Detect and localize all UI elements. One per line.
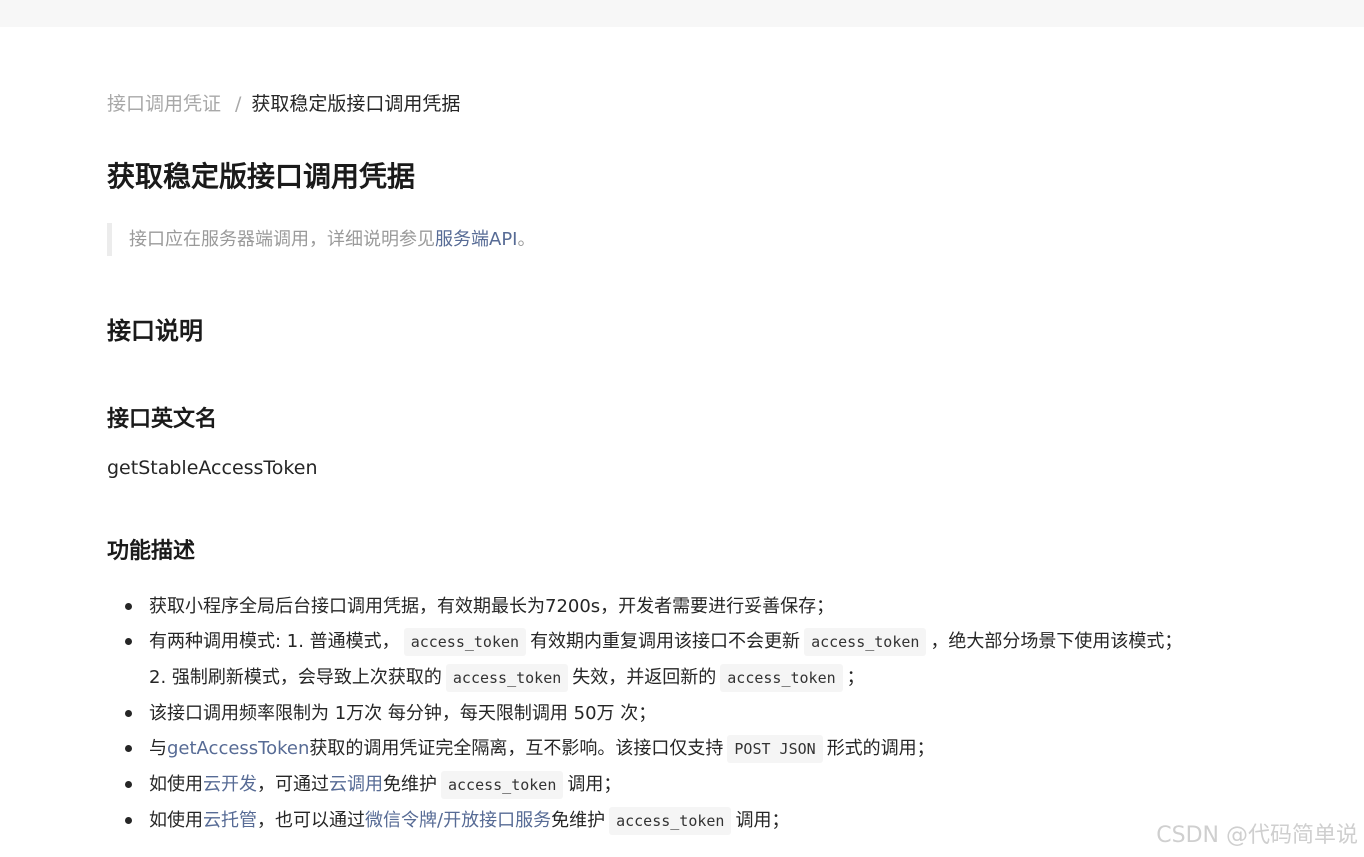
inline-code: access_token bbox=[609, 807, 732, 835]
inline-code: access_token bbox=[720, 664, 843, 692]
inline-code: access_token bbox=[441, 771, 564, 799]
server-api-link[interactable]: 服务端API bbox=[435, 229, 517, 250]
bullet-icon bbox=[125, 781, 132, 788]
list-item-line: 2. 强制刷新模式，会导致上次获取的 access_token 失效，并返回新的 ac… bbox=[149, 660, 1329, 696]
cloud-call-link[interactable]: 云调用 bbox=[329, 774, 383, 795]
function-list: 获取小程序全局后台接口调用凭据，有效期最长为7200s，开发者需要进行妥善保存；… bbox=[125, 589, 1329, 839]
wechat-token-service-link[interactable]: 微信令牌/开放接口服务 bbox=[365, 810, 551, 831]
cloud-hosting-link[interactable]: 云托管 bbox=[203, 810, 257, 831]
list-item: 如使用云开发，可通过云调用免维护 access_token 调用； bbox=[125, 767, 1329, 803]
list-item-text: 有效期内重复调用该接口不会更新 bbox=[530, 631, 801, 652]
list-item-text: 免维护 bbox=[551, 810, 606, 831]
page-title: 获取稳定版接口调用凭据 bbox=[107, 160, 416, 193]
bullet-icon bbox=[125, 638, 132, 645]
section-interface-heading: 接口说明 bbox=[107, 317, 203, 345]
list-item: 该接口调用频率限制为 1万次 每分钟，每天限制调用 50万 次； bbox=[125, 696, 1329, 731]
list-item-text: 有两种调用模式: 1. 普通模式， bbox=[149, 631, 400, 652]
list-item-text: 该接口调用频率限制为 1万次 每分钟，每天限制调用 50万 次； bbox=[149, 703, 657, 724]
list-item: 如使用云托管，也可以通过微信令牌/开放接口服务免维护 access_token 调用… bbox=[125, 803, 1329, 839]
breadcrumb-parent-link[interactable]: 接口调用凭证 bbox=[107, 93, 221, 115]
get-access-token-link[interactable]: getAccessToken bbox=[167, 738, 309, 759]
list-item-text: 获取的调用凭证完全隔离，互不影响。该接口仅支持 bbox=[309, 738, 724, 759]
bullet-icon bbox=[125, 745, 132, 752]
list-item-text: 获取小程序全局后台接口调用凭据，有效期最长为7200s，开发者需要进行妥善保存； bbox=[149, 596, 835, 617]
cloud-dev-link[interactable]: 云开发 bbox=[203, 774, 257, 795]
list-item-text: 免维护 bbox=[383, 774, 437, 795]
top-bar bbox=[0, 0, 1364, 27]
list-item-text: ； bbox=[846, 667, 865, 688]
inline-code: access_token bbox=[445, 664, 569, 692]
list-item-text: 失效，并返回新的 bbox=[572, 667, 717, 688]
breadcrumb-current: 获取稳定版接口调用凭据 bbox=[251, 93, 461, 115]
inline-code: access_token bbox=[804, 628, 927, 656]
list-item-text: 如使用 bbox=[149, 774, 203, 795]
list-item-text: ，绝大部分场景下使用该模式； bbox=[930, 631, 1183, 652]
inline-code: POST JSON bbox=[727, 735, 823, 763]
note-text-end: 。 bbox=[517, 229, 536, 250]
list-item-text: 调用； bbox=[735, 810, 790, 831]
list-item-text: ，可通过 bbox=[257, 774, 329, 795]
list-item-text: ，也可以通过 bbox=[257, 810, 365, 831]
section-english-name-heading: 接口英文名 bbox=[107, 407, 218, 432]
bullet-icon bbox=[125, 710, 132, 717]
list-item: 与getAccessToken获取的调用凭证完全隔离，互不影响。该接口仅支持 PO… bbox=[125, 731, 1329, 767]
bullet-icon bbox=[125, 603, 132, 610]
section-function-heading: 功能描述 bbox=[107, 539, 196, 564]
list-item-text: 调用； bbox=[567, 774, 622, 795]
list-item: 有两种调用模式: 1. 普通模式， access_token 有效期内重复调用该接口… bbox=[125, 624, 1329, 696]
server-note: 接口应在服务器端调用，详细说明参见服务端API。 bbox=[107, 223, 535, 256]
breadcrumb-separator: / bbox=[235, 93, 242, 115]
breadcrumb: 接口调用凭证 / 获取稳定版接口调用凭据 bbox=[107, 91, 460, 117]
list-item-text: 与 bbox=[149, 738, 167, 759]
list-item-text: 形式的调用； bbox=[826, 738, 935, 759]
inline-code: access_token bbox=[403, 628, 527, 656]
list-item-line: 有两种调用模式: 1. 普通模式， access_token 有效期内重复调用该接口… bbox=[149, 624, 1329, 660]
list-item-text: 2. 强制刷新模式，会导致上次获取的 bbox=[149, 667, 442, 688]
list-item: 获取小程序全局后台接口调用凭据，有效期最长为7200s，开发者需要进行妥善保存； bbox=[125, 589, 1329, 624]
watermark: CSDN @代码简单说 bbox=[1156, 823, 1358, 848]
list-item-text: 如使用 bbox=[149, 810, 203, 831]
api-name: getStableAccessToken bbox=[107, 457, 318, 479]
note-text: 接口应在服务器端调用，详细说明参见 bbox=[129, 229, 435, 250]
bullet-icon bbox=[125, 817, 132, 824]
